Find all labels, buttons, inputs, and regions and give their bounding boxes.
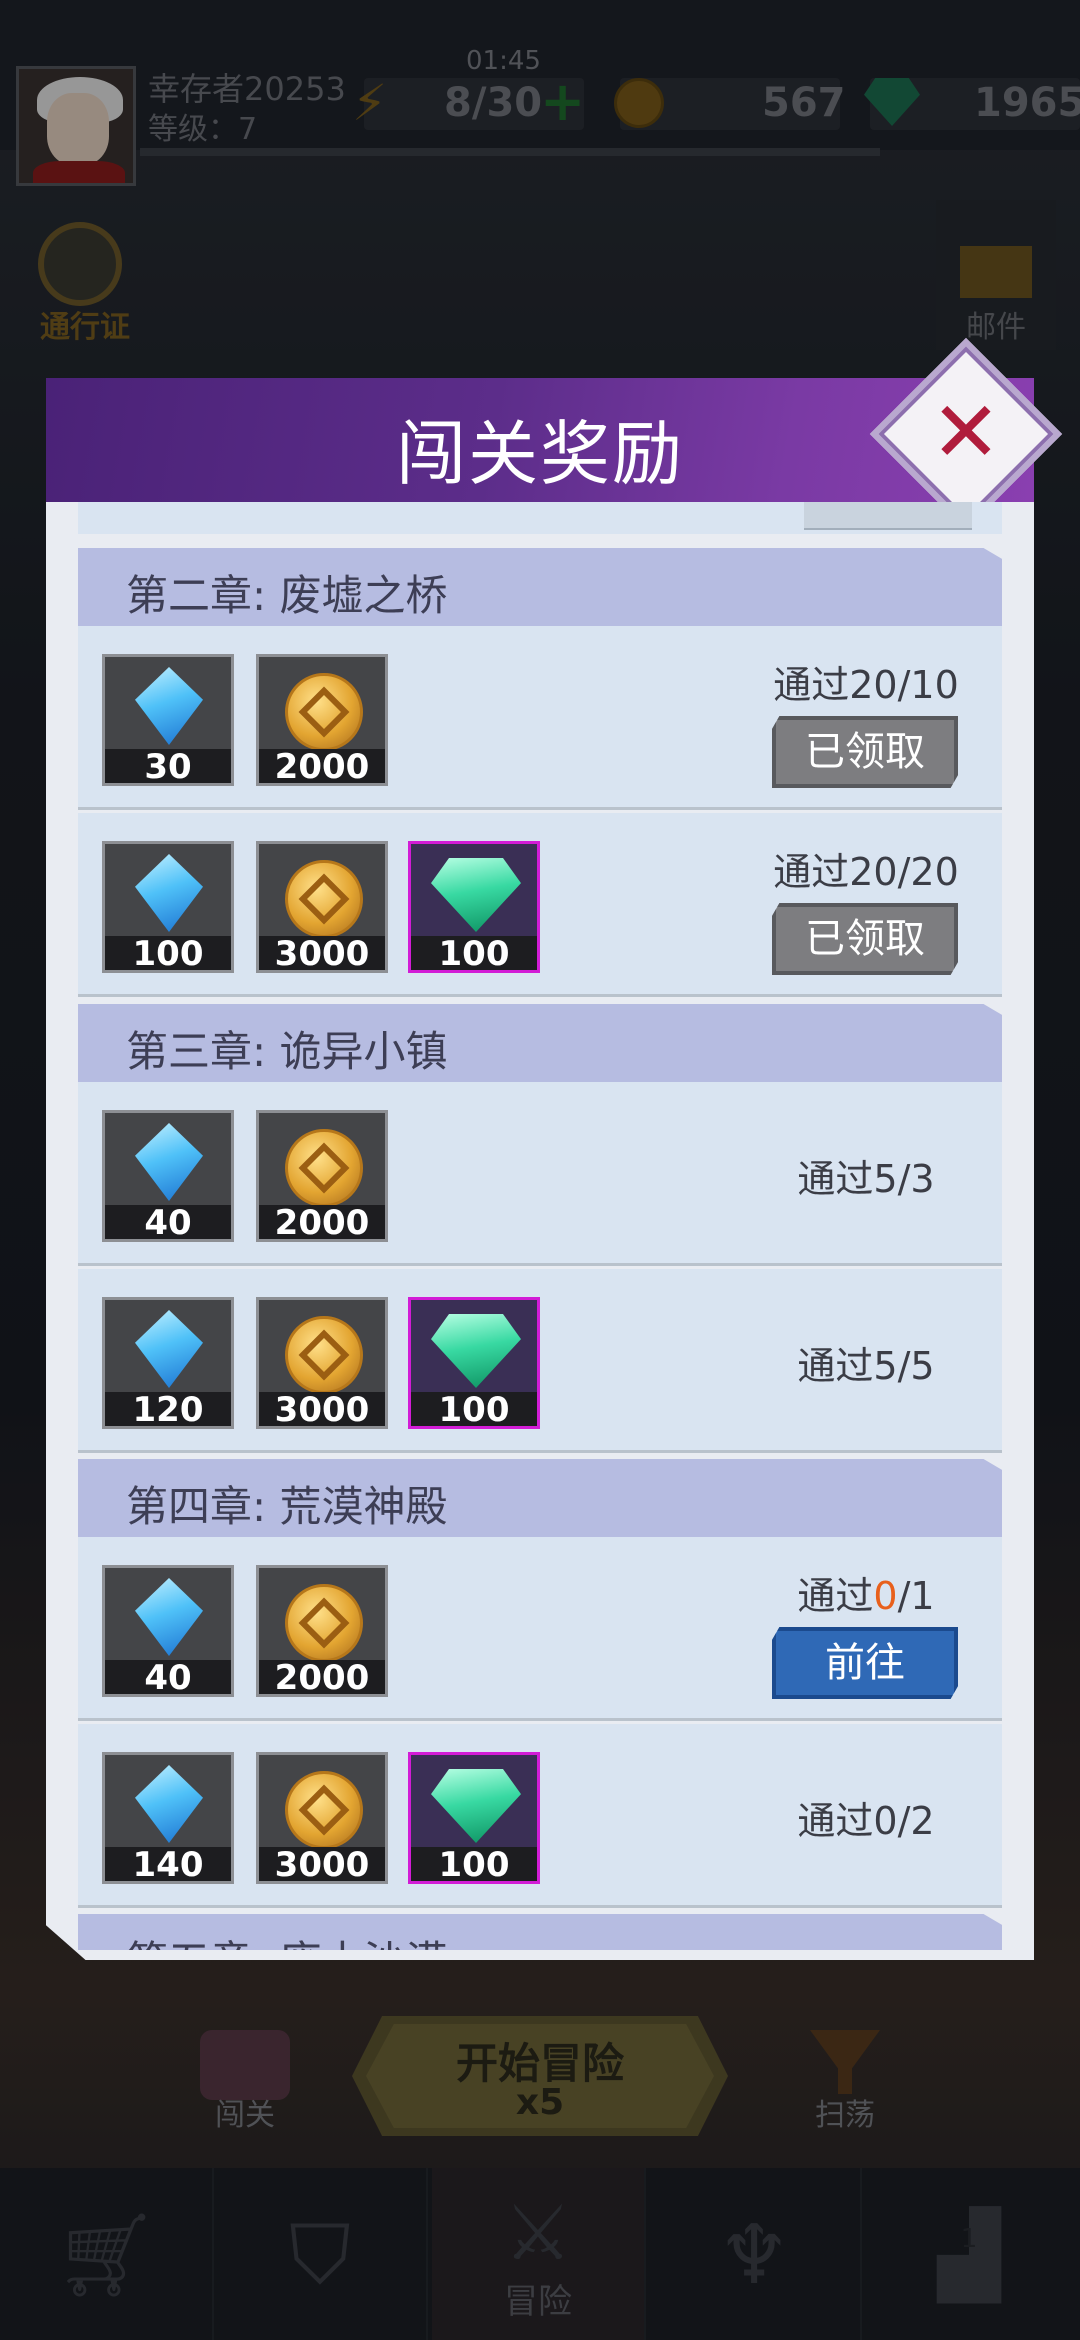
- reward-row: 100 3000 100 通过20/20 已领取: [78, 813, 1002, 997]
- requirement-prefix: 通过: [797, 1157, 874, 1201]
- claimed-button[interactable]: 已领取: [772, 716, 958, 788]
- chapter-header: 第四章: 荒漠神殿: [78, 1459, 1002, 1537]
- previous-row-button: [804, 502, 972, 530]
- coin-icon: [285, 1584, 363, 1662]
- gem-reward[interactable]: 100: [408, 1752, 540, 1884]
- requirement-target: /1: [897, 1574, 935, 1618]
- close-icon[interactable]: ✕: [898, 366, 1034, 502]
- coin-icon: [285, 673, 363, 751]
- chapter-header: 第五章: 废土沙漠: [78, 1914, 1002, 1950]
- blue-diamond-icon: [135, 667, 203, 745]
- diamond-reward[interactable]: 30: [102, 654, 234, 786]
- reward-count: 30: [105, 749, 231, 783]
- reward-row: 40 2000 通过0/1 前往: [78, 1537, 1002, 1721]
- reward-count: 2000: [259, 1660, 385, 1694]
- coin-icon: [285, 1316, 363, 1394]
- reward-row: 30 2000 通过20/10 已领取: [78, 626, 1002, 810]
- requirement-target: /5: [897, 1344, 935, 1388]
- reward-count: 3000: [259, 1847, 385, 1881]
- claimed-button[interactable]: 已领取: [772, 903, 958, 975]
- reward-count: 120: [105, 1392, 231, 1426]
- coin-reward[interactable]: 2000: [256, 1565, 388, 1697]
- coin-icon: [285, 860, 363, 938]
- blue-diamond-icon: [135, 854, 203, 932]
- gem-reward[interactable]: 100: [408, 841, 540, 973]
- reward-list[interactable]: 第二章: 废墟之桥 30 2000 通过20/10 已领取 100 3000 1…: [46, 502, 1034, 1950]
- coin-reward[interactable]: 2000: [256, 1110, 388, 1242]
- blue-diamond-icon: [135, 1310, 203, 1388]
- chapter-title: 第四章: 荒漠神殿: [126, 1482, 448, 1531]
- requirement-progress: 20: [849, 663, 898, 707]
- requirement-prefix: 通过: [797, 1574, 874, 1618]
- requirement-progress: 0: [873, 1574, 898, 1618]
- requirement-progress: 5: [873, 1157, 898, 1201]
- reward-count: 3000: [259, 936, 385, 970]
- reward-count: 40: [105, 1205, 231, 1239]
- reward-count: 2000: [259, 1205, 385, 1239]
- reward-count: 2000: [259, 749, 385, 783]
- chapter-header: 第二章: 废墟之桥: [78, 548, 1002, 626]
- requirement-text: 通过0/2: [758, 1790, 974, 1845]
- reward-row: 40 2000 通过5/3: [78, 1082, 1002, 1266]
- diamond-reward[interactable]: 40: [102, 1565, 234, 1697]
- reward-count: 100: [411, 1392, 537, 1426]
- requirement-text: 通过20/10: [758, 654, 974, 709]
- green-gem-icon: [431, 858, 521, 932]
- green-gem-icon: [431, 1314, 521, 1388]
- chapter-title: 第二章: 废墟之桥: [126, 571, 448, 620]
- requirement-text: 通过20/20: [758, 841, 974, 896]
- chapter-title: 第五章: 废土沙漠: [126, 1928, 448, 1950]
- reward-count: 100: [105, 936, 231, 970]
- coin-reward[interactable]: 2000: [256, 654, 388, 786]
- requirement-prefix: 通过: [797, 1799, 874, 1843]
- diamond-reward[interactable]: 140: [102, 1752, 234, 1884]
- requirement-text: 通过5/3: [758, 1148, 974, 1203]
- requirement-target: /20: [897, 850, 959, 894]
- coin-reward[interactable]: 3000: [256, 1752, 388, 1884]
- previous-row-remnant: [78, 502, 1002, 534]
- coin-reward[interactable]: 3000: [256, 841, 388, 973]
- reward-count: 3000: [259, 1392, 385, 1426]
- requirement-progress: 20: [849, 850, 898, 894]
- gem-reward[interactable]: 100: [408, 1297, 540, 1429]
- coin-reward[interactable]: 3000: [256, 1297, 388, 1429]
- coin-icon: [285, 1129, 363, 1207]
- requirement-prefix: 通过: [773, 850, 850, 894]
- coin-icon: [285, 1771, 363, 1849]
- requirement-text: 通过0/1: [758, 1565, 974, 1620]
- requirement-target: /10: [897, 663, 959, 707]
- requirement-progress: 0: [873, 1799, 898, 1843]
- diamond-reward[interactable]: 120: [102, 1297, 234, 1429]
- requirement-text: 通过5/5: [758, 1335, 974, 1390]
- reward-row: 120 3000 100 通过5/5: [78, 1269, 1002, 1453]
- blue-diamond-icon: [135, 1578, 203, 1656]
- blue-diamond-icon: [135, 1123, 203, 1201]
- requirement-target: /3: [897, 1157, 935, 1201]
- requirement-target: /2: [897, 1799, 935, 1843]
- requirement-progress: 5: [873, 1344, 898, 1388]
- chapter-title: 第三章: 诡异小镇: [126, 1027, 448, 1076]
- blue-diamond-icon: [135, 1765, 203, 1843]
- diamond-reward[interactable]: 40: [102, 1110, 234, 1242]
- chapter-header: 第三章: 诡异小镇: [78, 1004, 1002, 1082]
- diamond-reward[interactable]: 100: [102, 841, 234, 973]
- green-gem-icon: [431, 1769, 521, 1843]
- reward-count: 100: [411, 936, 537, 970]
- requirement-prefix: 通过: [773, 663, 850, 707]
- go-button[interactable]: 前往: [772, 1627, 958, 1699]
- reward-count: 100: [411, 1847, 537, 1881]
- reward-count: 40: [105, 1660, 231, 1694]
- requirement-prefix: 通过: [797, 1344, 874, 1388]
- reward-count: 140: [105, 1847, 231, 1881]
- reward-row: 140 3000 100 通过0/2: [78, 1724, 1002, 1908]
